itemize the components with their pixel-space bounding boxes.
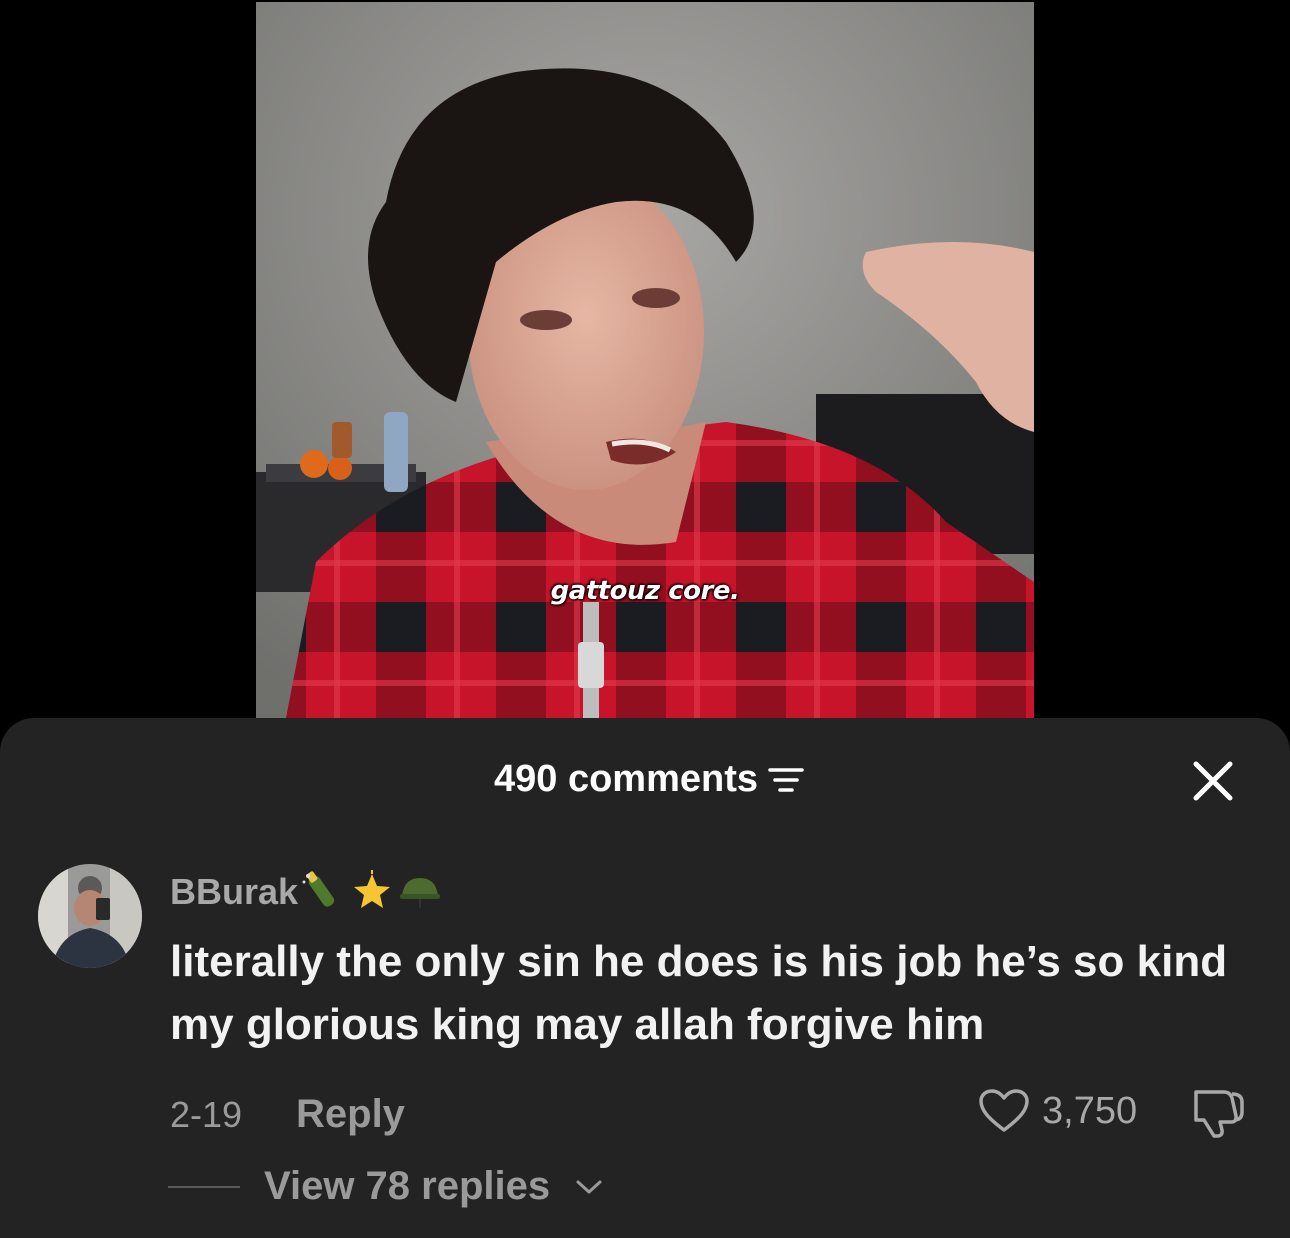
like-count: 3,750 [1042, 1089, 1138, 1132]
comment-meta-row: 2-19 Reply 3,750 [170, 1082, 1250, 1142]
username[interactable]: BBurak [170, 871, 298, 913]
comments-count: 490 comments [494, 758, 804, 801]
military-helmet-icon [400, 878, 441, 908]
comment-text: literally the only sin he does is his jo… [170, 937, 1228, 1049]
filter-icon[interactable] [768, 765, 804, 795]
comments-sheet: 490 comments BBurak literally the only s… [0, 718, 1290, 1238]
avatar[interactable] [38, 864, 142, 968]
like-button[interactable]: 3,750 [978, 1088, 1137, 1134]
video-frame[interactable]: gattouz core. [256, 2, 1034, 718]
avatar-image [38, 864, 142, 968]
chevron-down-icon [576, 1180, 602, 1193]
close-icon[interactable] [1190, 758, 1236, 804]
comment-date: 2-19 [170, 1094, 243, 1135]
comments-count-label: 490 comments [494, 758, 759, 800]
video-player[interactable]: gattouz core. [0, 0, 1290, 740]
champagne-icon [302, 871, 335, 907]
heart-icon [979, 1089, 1029, 1132]
username-row: BBurak [170, 870, 442, 914]
reply-button[interactable]: Reply [296, 1092, 405, 1137]
video-caption: gattouz core. [550, 576, 740, 606]
comments-header: 490 comments [0, 718, 1290, 838]
dislike-icon[interactable] [1188, 1086, 1246, 1138]
view-replies-label: View 78 replies [264, 1164, 551, 1208]
glowing-star-icon [354, 870, 391, 908]
video-still-image [256, 2, 1034, 718]
view-replies-button[interactable]: View 78 replies [168, 1164, 604, 1209]
replies-divider-line [168, 1185, 240, 1188]
